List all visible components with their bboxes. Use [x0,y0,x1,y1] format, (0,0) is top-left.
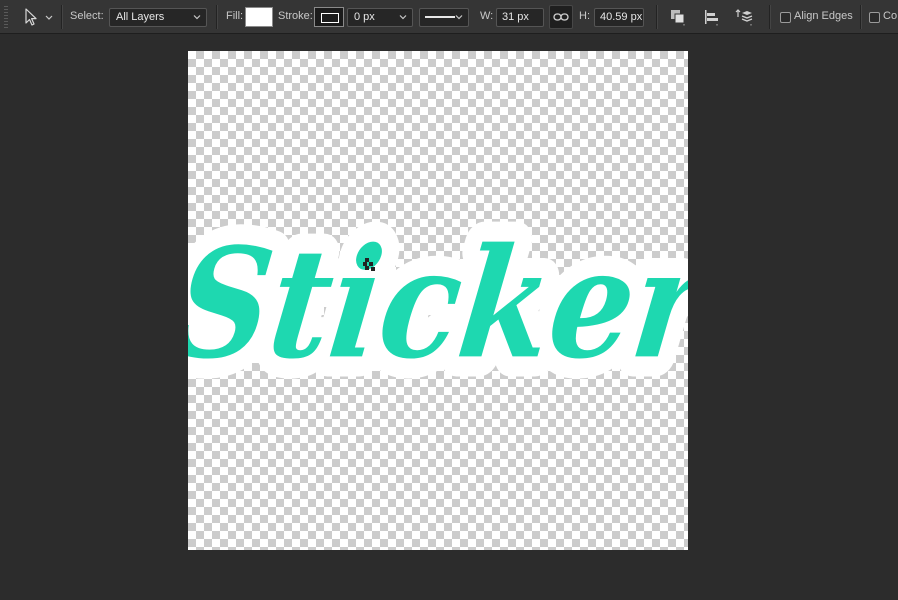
constrain-path-dragging-checkbox[interactable] [869,12,880,23]
path-arrangement-icon [735,9,753,26]
path-alignment-button[interactable] [700,6,722,28]
select-dropdown[interactable]: All Layers [109,8,207,27]
sticker-text: Sticker [188,216,688,393]
chevron-down-icon [45,15,53,20]
separator [860,5,862,29]
stroke-label: Stroke: [278,10,313,22]
width-label: W: [480,10,494,22]
tool-preset-picker[interactable] [20,6,56,28]
width-input[interactable]: 31 px [496,8,544,27]
separator [61,5,63,29]
align-edges-label[interactable]: Align Edges [794,10,853,22]
path-operations-icon [671,10,685,26]
stroke-type-dropdown[interactable] [419,8,469,27]
panel-grip[interactable] [4,6,8,28]
stroke-swatch-icon [321,13,339,23]
stroke-width-input[interactable]: 0 px [347,8,413,27]
path-operations-button[interactable] [667,6,689,28]
separator [769,5,771,29]
chevron-down-icon [193,15,201,20]
link-dimensions-button[interactable] [549,5,573,29]
constrain-path-dragging-label[interactable]: Co [883,10,897,22]
separator [216,5,218,29]
chevron-down-icon [455,15,463,20]
stroke-width-value: 0 px [354,11,375,23]
path-alignment-icon [705,10,718,26]
path-arrangement-button[interactable] [733,6,755,28]
height-input[interactable]: 40.59 px [594,8,644,27]
stroke-line-icon [425,16,455,18]
chevron-down-icon [399,15,407,20]
select-dropdown-value: All Layers [116,11,165,23]
document-canvas[interactable]: Sticker Sticker [188,51,688,550]
link-icon [553,13,569,21]
select-label: Select: [70,10,104,22]
fill-swatch[interactable] [245,7,273,27]
stroke-swatch[interactable] [314,7,344,27]
path-selection-arrow-icon [25,8,37,26]
sticker-artwork: Sticker Sticker [188,197,688,411]
align-edges-checkbox[interactable] [780,12,791,23]
separator [656,5,658,29]
fill-label: Fill: [226,10,244,22]
height-label: H: [579,10,590,22]
options-bar: Select: All Layers Fill: Stroke: 0 px W:… [0,0,898,34]
